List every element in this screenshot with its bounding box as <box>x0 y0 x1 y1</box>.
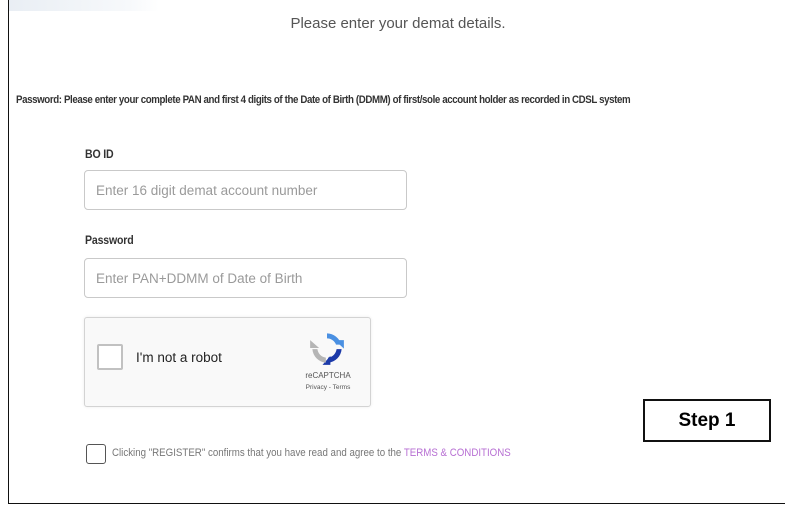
recaptcha-terms-link[interactable]: Terms <box>333 384 351 391</box>
recaptcha-logo-icon <box>310 333 344 365</box>
recaptcha-widget: I'm not a robot reCAPTCHA Privacy - Term… <box>84 317 371 407</box>
top-tab <box>9 0 159 11</box>
recaptcha-privacy-link[interactable]: Privacy <box>306 384 327 391</box>
recaptcha-label: I'm not a robot <box>136 350 222 365</box>
password-label: Password <box>85 233 134 247</box>
terms-conditions-link[interactable]: TERMS & CONDITIONS <box>404 447 511 459</box>
recaptcha-checkbox[interactable] <box>97 344 123 370</box>
password-input[interactable] <box>84 258 407 298</box>
registration-panel: Please enter your demat details. Passwor… <box>8 0 785 504</box>
recaptcha-links: Privacy - Terms <box>292 384 364 391</box>
bo-id-input[interactable] <box>84 170 407 210</box>
recaptcha-brand: reCAPTCHA <box>305 371 351 380</box>
step-label-box: Step 1 <box>643 399 771 442</box>
terms-checkbox[interactable] <box>86 444 106 464</box>
bo-id-label: BO ID <box>85 147 114 161</box>
terms-statement: Clicking "REGISTER" confirms that you ha… <box>112 447 511 459</box>
terms-text: Clicking "REGISTER" confirms that you ha… <box>112 447 404 459</box>
page-heading: Please enter your demat details. <box>290 15 506 32</box>
password-instruction: Password: Please enter your complete PAN… <box>16 94 631 106</box>
